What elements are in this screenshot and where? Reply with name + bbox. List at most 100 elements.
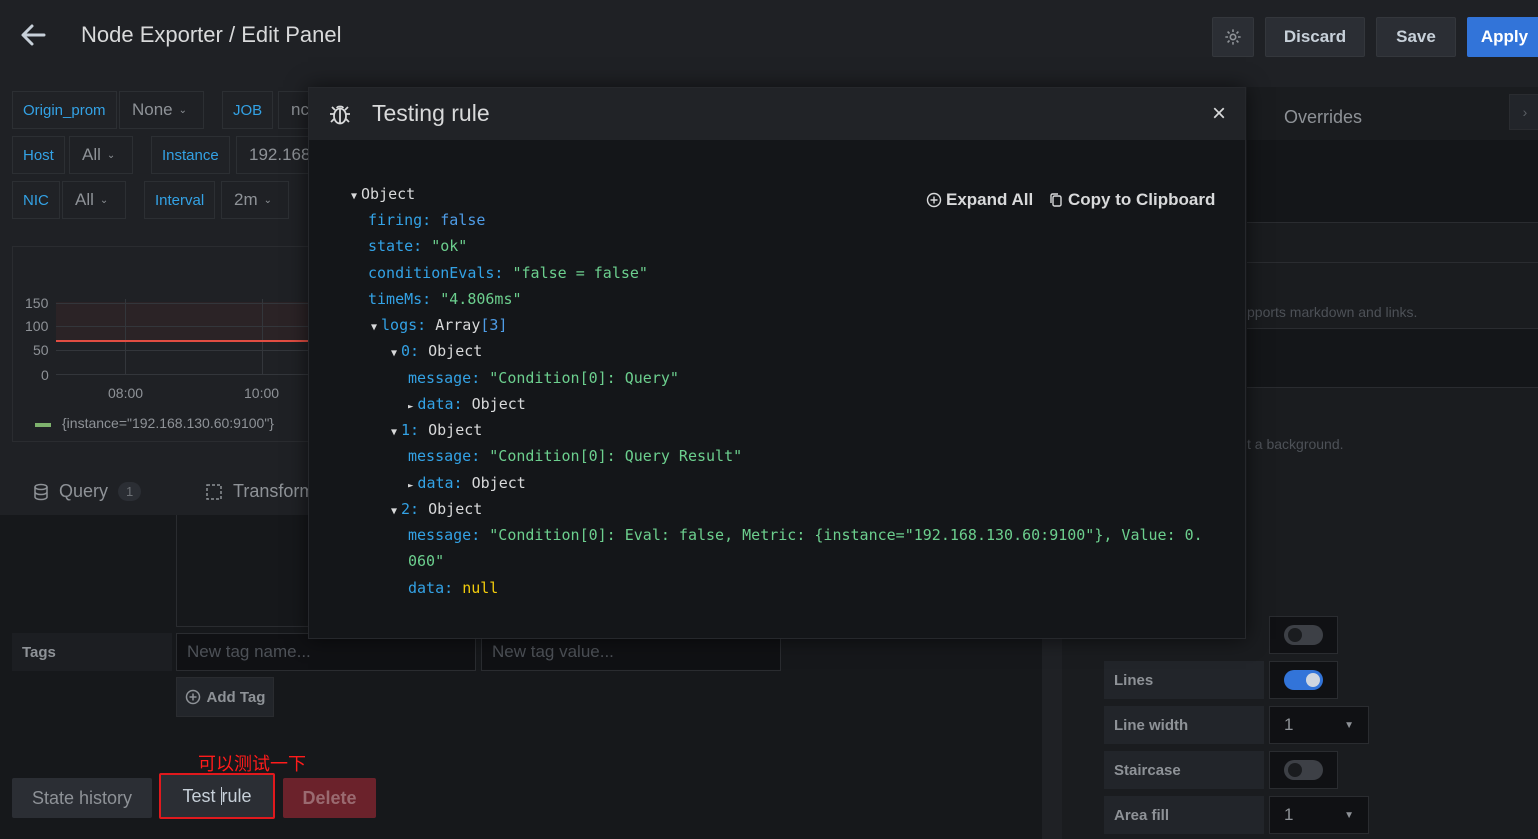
grid-line [125,299,126,375]
json-key: logs: [381,316,427,334]
legend-label[interactable]: {instance="192.168.130.60:9100"} [62,415,274,431]
legend-swatch [35,423,51,427]
json-row-state: state: "ok" [368,236,467,256]
json-type: Object [428,500,483,518]
json-value: "Condition[0]: Query" [489,369,679,387]
caret-down-icon: ▼ [1344,719,1354,731]
database-icon [34,483,48,500]
staircase-toggle[interactable] [1284,760,1323,780]
line-width-select[interactable]: 1 ▼ [1269,706,1369,744]
json-value: false [440,211,486,229]
test-rule-label-suffix: rule [221,785,252,806]
expand-arrow-icon: ▼ [391,348,398,359]
grid-line [56,374,313,375]
json-value: "4.806ms" [440,290,522,308]
json-row-log-2-data: data: null [408,578,498,598]
tab-query[interactable]: Query 1 [33,481,142,502]
json-key: data: [417,395,463,413]
settings-button[interactable] [1212,17,1254,57]
line-width-label: Line width [1104,706,1264,744]
json-type: Array [435,316,481,334]
discard-button[interactable]: Discard [1265,17,1365,57]
grid-line [56,303,313,304]
expand-arrow-icon: ▼ [351,191,358,202]
expand-all-button[interactable]: Expand All [926,190,1033,210]
save-button[interactable]: Save [1376,17,1456,57]
copy-to-clipboard-label: Copy to Clipboard [1068,190,1216,209]
y-tick-label: 50 [33,342,49,358]
graph-panel: 150 100 50 0 08:00 10:00 {instance="192.… [12,246,313,442]
background-hint: t a background. [1247,436,1344,452]
variable-select-interval[interactable]: 2m ⌄ [221,181,289,219]
json-row-log-0-data[interactable]: ► data: Object [408,394,526,414]
chevron-down-icon: ⌄ [106,149,116,161]
json-key: data: [408,579,454,597]
lines-toggle[interactable] [1284,670,1323,690]
variable-value: 2m [234,190,258,209]
json-row-log-0[interactable]: ▼ 0: Object [391,341,482,361]
json-root[interactable]: ▼ Object [351,184,415,204]
bug-icon [330,105,350,125]
back-arrow-icon[interactable] [18,20,48,50]
add-tag-button[interactable]: Add Tag [176,677,274,717]
variable-value: All [82,145,101,164]
json-type: Object [471,395,526,413]
json-value: null [462,579,499,597]
x-tick-label: 08:00 [108,385,144,401]
chevron-down-icon: ⌄ [99,194,109,206]
json-row-firing: firing: false [368,210,485,230]
page-title: Node Exporter / Edit Panel [81,22,342,47]
description-textarea[interactable] [1247,328,1538,388]
staircase-toggle-box[interactable] [1269,751,1338,789]
testing-rule-modal: Testing rule × Expand All Copy to Clipbo… [308,87,1246,639]
json-type: Object [428,421,483,439]
json-key: message: [408,447,481,465]
json-type: Object [428,342,483,360]
variable-label-interval: Interval [144,181,216,219]
grid-line [56,326,313,327]
toggle-switch[interactable] [1284,625,1323,645]
json-value: "Condition[0]: Query Result" [489,447,743,465]
test-rule-button[interactable]: Test rule [159,773,275,819]
collapse-panel-button[interactable]: › [1509,94,1538,130]
json-key: timeMs: [368,290,432,308]
json-row-log-2[interactable]: ▼ 2: Object [391,499,482,519]
plus-circle-icon [185,689,200,705]
tab-overrides[interactable]: Overrides [1284,107,1362,128]
modal-title: Testing rule [372,100,490,126]
delete-button[interactable]: Delete [283,778,376,818]
variable-select-host[interactable]: All ⌄ [69,136,133,174]
variable-select-instance[interactable]: 192.168 [236,136,318,174]
close-icon[interactable]: × [1209,100,1229,128]
option-toggle-box[interactable] [1269,616,1338,654]
grid-line [262,299,263,375]
transform-icon [206,483,222,500]
json-value: "ok" [431,237,468,255]
query-count-badge: 1 [118,482,142,501]
collapsed-arrow-icon: ► [408,481,414,491]
expand-all-label: Expand All [946,190,1034,209]
variable-select-nic[interactable]: All ⌄ [62,181,126,219]
json-row-time-ms: timeMs: "4.806ms" [368,289,522,309]
json-key: state: [368,237,423,255]
json-row-logs[interactable]: ▼ logs: Array[3] [371,315,507,335]
tab-transform[interactable]: Transform [205,481,314,502]
tab-query-label: Query [59,481,109,501]
expand-arrow-icon: ▼ [391,506,398,517]
json-key: message: [408,526,481,544]
title-input[interactable] [1247,140,1538,222]
variable-select-origin-prom[interactable]: None ⌄ [119,91,204,129]
apply-button[interactable]: Apply [1467,17,1538,57]
variable-label-nic: NIC [12,181,60,219]
tab-transform-label: Transform [233,481,315,501]
json-row-log-1-data[interactable]: ► data: Object [408,473,526,493]
lines-toggle-box[interactable] [1269,661,1338,699]
markdown-hint: pports markdown and links. [1247,304,1418,320]
json-row-log-1[interactable]: ▼ 1: Object [391,420,482,440]
copy-icon [1050,193,1062,207]
chevron-down-icon: ⌄ [178,104,188,116]
line-width-value: 1 [1284,715,1294,734]
area-fill-select[interactable]: 1 ▼ [1269,796,1369,834]
copy-to-clipboard-button[interactable]: Copy to Clipboard [1048,190,1215,210]
state-history-button[interactable]: State history [12,778,152,818]
